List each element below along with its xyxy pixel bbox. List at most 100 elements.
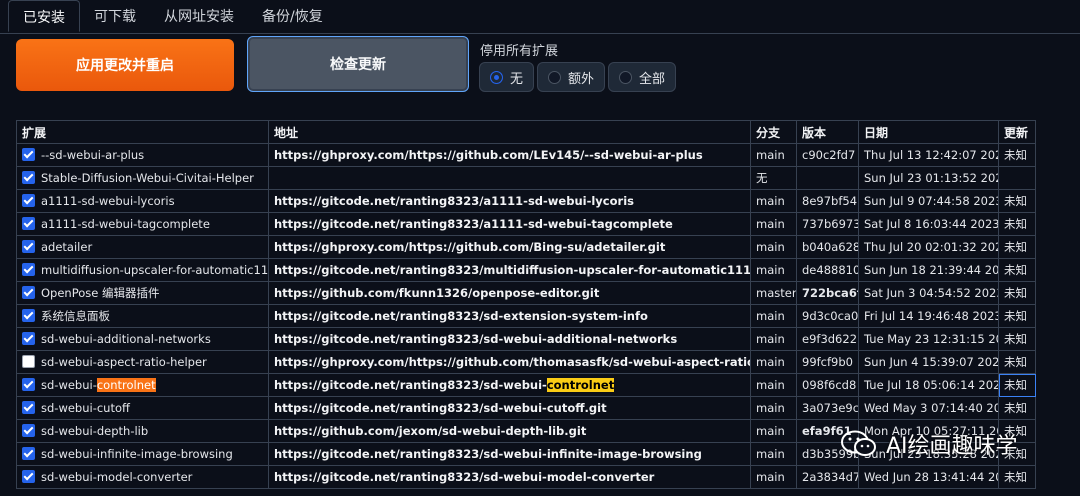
search-highlight: controlnet <box>546 378 615 392</box>
extension-url-cell[interactable]: https://gitcode.net/ranting8323/a1111-sd… <box>268 212 751 236</box>
extension-url-cell[interactable]: https://gitcode.net/ranting8323/sd-webui… <box>268 442 751 466</box>
table-row: sd-webui-additional-networks https://gitc… <box>16 327 1036 351</box>
extension-enable-checkbox[interactable] <box>22 378 35 391</box>
branch-cell: main <box>750 327 797 351</box>
apply-and-restart-button[interactable]: 应用更改并重启 <box>16 39 234 91</box>
radio-label: 无 <box>510 71 524 87</box>
header-url: 地址 <box>268 120 751 144</box>
branch-cell: main <box>750 373 797 397</box>
extension-enable-checkbox[interactable] <box>22 309 35 322</box>
version-cell: 2a3834d7 <box>796 465 859 489</box>
extension-name: sd-webui-infinite-image-browsing <box>41 447 233 461</box>
table-row: Stable-Diffusion-Webui-Civitai-Helper 无 Su… <box>16 166 1036 190</box>
extension-name-cell: a1111-sd-webui-lycoris <box>16 189 269 213</box>
extension-enable-checkbox[interactable] <box>22 148 35 161</box>
extension-url-cell[interactable]: https://gitcode.net/ranting8323/a1111-sd… <box>268 189 751 213</box>
table-row: sd-webui-model-converter https://gitcode.… <box>16 465 1036 489</box>
extension-url-cell[interactable]: https://gitcode.net/ranting8323/sd-webui… <box>268 465 751 489</box>
version-cell: c90c2fd7 <box>796 143 859 167</box>
extension-enable-checkbox[interactable] <box>22 424 35 437</box>
header-version: 版本 <box>796 120 859 144</box>
version-cell: 8e97bf54 <box>796 189 859 213</box>
tab-installed[interactable]: 已安装 <box>8 0 80 32</box>
extension-url-cell[interactable]: https://gitcode.net/ranting8323/multidif… <box>268 258 751 282</box>
check-updates-button[interactable]: 检查更新 <box>247 36 469 92</box>
extension-url-cell[interactable]: https://gitcode.net/ranting8323/sd-webui… <box>268 396 751 420</box>
extension-name-cell: sd-webui-depth-lib <box>16 419 269 443</box>
update-status-cell: 未知 <box>998 373 1036 397</box>
extension-url-cell[interactable]: https://github.com/jexom/sd-webui-depth-… <box>268 419 751 443</box>
radio-dot <box>619 70 633 84</box>
radio-extra[interactable]: 额外 <box>537 62 606 92</box>
extension-name: a1111-sd-webui-lycoris <box>41 194 175 208</box>
update-status-cell: 未知 <box>998 465 1036 489</box>
date-cell: Thu Jul 20 02:01:32 2023 <box>858 235 999 259</box>
extension-url-cell[interactable]: https://ghproxy.com/https://github.com/t… <box>268 350 751 374</box>
date-cell: Tue May 23 12:31:15 2023 <box>858 327 999 351</box>
extension-url-cell[interactable]: https://github.com/fkunn1326/openpose-ed… <box>268 281 751 305</box>
extension-enable-checkbox[interactable] <box>22 355 35 368</box>
disable-all-radio-group: 无 额外 全部 <box>479 62 679 92</box>
extension-enable-checkbox[interactable] <box>22 240 35 253</box>
branch-cell: 无 <box>750 166 797 190</box>
branch-cell: main <box>750 189 797 213</box>
table-row: adetailer https://ghproxy.com/https://git… <box>16 235 1036 259</box>
extension-name-cell: multidiffusion-upscaler-for-automatic111… <box>16 258 269 282</box>
version-cell: 3a073e9c <box>796 396 859 420</box>
extension-url-cell[interactable]: https://ghproxy.com/https://github.com/B… <box>268 235 751 259</box>
extension-enable-checkbox[interactable] <box>22 470 35 483</box>
extension-enable-checkbox[interactable] <box>22 401 35 414</box>
radio-dot <box>490 70 503 84</box>
tab-install-from-url[interactable]: 从网址安装 <box>150 0 248 32</box>
tab-backup-restore[interactable]: 备份/恢复 <box>248 0 337 32</box>
extension-enable-checkbox[interactable] <box>22 332 35 345</box>
extension-name-prefix: sd-webui- <box>41 378 97 392</box>
table-row: a1111-sd-webui-tagcomplete https://gitcod… <box>16 212 1036 236</box>
extension-name-cell: sd-webui-controlnet <box>16 373 269 397</box>
extension-url-cell[interactable] <box>268 166 751 190</box>
table-row: --sd-webui-ar-plus https://ghproxy.com/ht… <box>16 143 1036 167</box>
table-row: a1111-sd-webui-lycoris https://gitcode.ne… <box>16 189 1036 213</box>
date-cell: Thu Jul 13 12:42:07 2023 <box>858 143 999 167</box>
header-extension: 扩展 <box>16 120 269 144</box>
date-cell: Wed Jun 28 13:41:44 2023 <box>858 465 999 489</box>
branch-cell: main <box>750 396 797 420</box>
update-status-cell: 未知 <box>998 396 1036 420</box>
extension-name-cell: sd-webui-cutoff <box>16 396 269 420</box>
version-cell: 722bca6f <box>796 281 859 305</box>
extension-url-cell[interactable]: https://ghproxy.com/https://github.com/L… <box>268 143 751 167</box>
extension-name-cell: adetailer <box>16 235 269 259</box>
date-cell: Wed May 3 07:14:40 2023 <box>858 396 999 420</box>
table-row: OpenPose 编辑器插件 https://github.com/fkunn13… <box>16 281 1036 305</box>
version-cell: e9f3d622 <box>796 327 859 351</box>
disable-all-label: 停用所有扩展 <box>480 44 559 59</box>
date-cell: Sun Jul 9 07:44:58 2023 <box>858 189 999 213</box>
extension-enable-checkbox[interactable] <box>22 171 35 184</box>
table-row: sd-webui-cutoff https://gitcode.net/ranti… <box>16 396 1036 420</box>
wechat-icon <box>841 430 876 456</box>
extension-url-cell[interactable]: https://gitcode.net/ranting8323/sd-webui… <box>268 373 751 397</box>
extension-name-cell: a1111-sd-webui-tagcomplete <box>16 212 269 236</box>
update-status-cell: 未知 <box>998 235 1036 259</box>
tab-available[interactable]: 可下载 <box>80 0 150 32</box>
date-cell: Sun Jun 18 21:39:44 2023 <box>858 258 999 282</box>
extension-url-cell[interactable]: https://gitcode.net/ranting8323/sd-webui… <box>268 327 751 351</box>
header-update: 更新 <box>998 120 1036 144</box>
extension-enable-checkbox[interactable] <box>22 263 35 276</box>
extension-name-cell: sd-webui-infinite-image-browsing <box>16 442 269 466</box>
extension-enable-checkbox[interactable] <box>22 217 35 230</box>
extension-name: sd-webui-controlnet <box>41 378 156 392</box>
date-cell: Tue Jul 18 05:06:14 2023 <box>858 373 999 397</box>
version-cell: b040a628 <box>796 235 859 259</box>
extension-enable-checkbox[interactable] <box>22 447 35 460</box>
extension-name: OpenPose 编辑器插件 <box>41 286 160 300</box>
radio-all[interactable]: 全部 <box>608 62 677 92</box>
extension-name-cell: sd-webui-model-converter <box>16 465 269 489</box>
branch-cell: main <box>750 465 797 489</box>
extension-enable-checkbox[interactable] <box>22 194 35 207</box>
header-branch: 分支 <box>750 120 797 144</box>
radio-none[interactable]: 无 <box>479 62 535 92</box>
update-status-cell: 未知 <box>998 281 1036 305</box>
extension-enable-checkbox[interactable] <box>22 286 35 299</box>
extension-url-cell[interactable]: https://gitcode.net/ranting8323/sd-exten… <box>268 304 751 328</box>
